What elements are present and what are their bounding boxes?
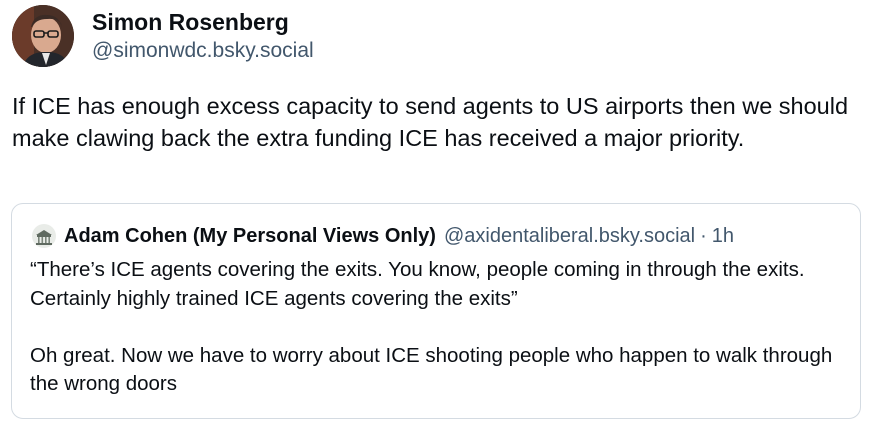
quoted-post-text: “There’s ICE agents covering the exits. … xyxy=(30,256,845,399)
quoted-timestamp[interactable]: 1h xyxy=(712,225,734,248)
quoted-author-avatar[interactable] xyxy=(32,224,56,248)
quoted-post-header: Adam Cohen (My Personal Views Only) @axi… xyxy=(32,222,846,250)
author-block: Simon Rosenberg @simonwdc.bsky.social xyxy=(92,8,314,64)
quoted-author-name[interactable]: Adam Cohen (My Personal Views Only) xyxy=(64,225,436,248)
quoted-paragraph: “There’s ICE agents covering the exits. … xyxy=(30,258,805,310)
post-text: If ICE has enough excess capacity to sen… xyxy=(12,93,849,151)
quoted-paragraph: Oh great. Now we have to worry about ICE… xyxy=(30,343,833,396)
quoted-post[interactable]: Adam Cohen (My Personal Views Only) @axi… xyxy=(11,203,861,419)
author-display-name[interactable]: Simon Rosenberg xyxy=(92,8,314,36)
author-handle[interactable]: @simonwdc.bsky.social xyxy=(92,38,314,64)
author-avatar[interactable] xyxy=(12,5,74,67)
quoted-separator: · xyxy=(700,224,707,247)
quoted-author-handle[interactable]: @axidentaliberal.bsky.social xyxy=(444,225,695,248)
post-card: Simon Rosenberg @simonwdc.bsky.social If… xyxy=(0,0,874,421)
